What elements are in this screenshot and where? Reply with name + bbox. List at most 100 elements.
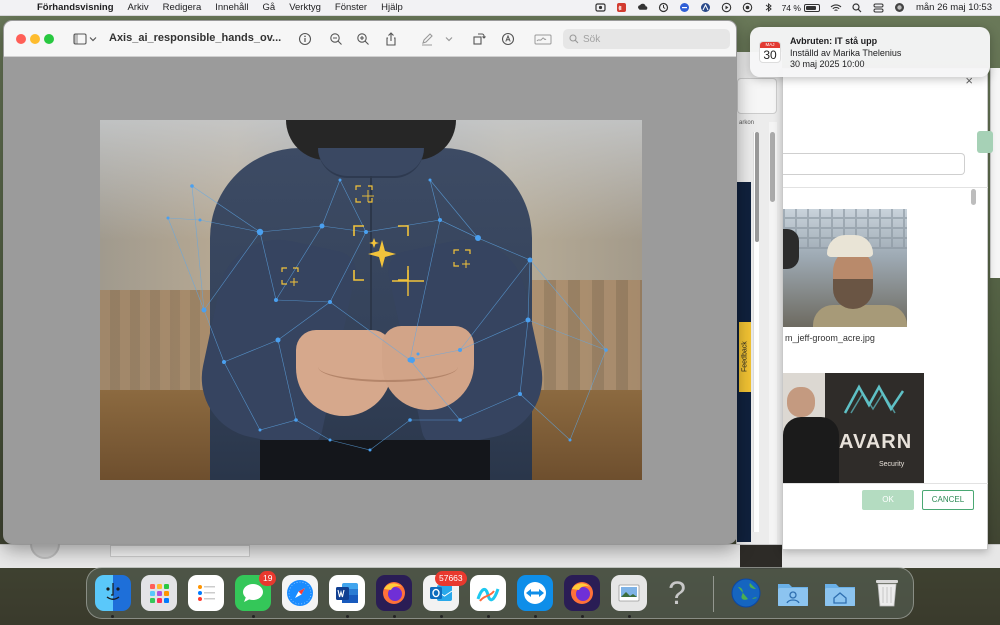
dock-firefox-2[interactable] [564, 575, 600, 611]
preview-toolbar: Axis_ai_responsible_hands_ov... [4, 21, 736, 57]
ai-network-overlay [166, 178, 608, 452]
nord-icon[interactable] [695, 0, 716, 16]
cancel-button[interactable]: CANCEL [922, 490, 974, 510]
search-icon[interactable] [847, 0, 868, 16]
sync-icon[interactable] [653, 0, 674, 16]
background-scrollbar[interactable] [753, 132, 759, 532]
markup-chevron-down-icon[interactable] [444, 31, 454, 47]
menu-redigera[interactable]: Redigera [156, 2, 209, 13]
fullscreen-window-button[interactable] [44, 34, 54, 44]
background-scroll-thumb-2[interactable] [770, 132, 775, 202]
dropbox-icon[interactable] [611, 0, 632, 16]
battery-percentage: 74 % [781, 2, 801, 13]
creative-cloud-icon[interactable] [632, 0, 653, 16]
dock-reminders[interactable] [188, 575, 224, 611]
word-icon [329, 575, 365, 611]
record-icon[interactable] [737, 0, 758, 16]
teamviewer-icon [517, 575, 553, 611]
background-scroll-thumb[interactable] [755, 132, 759, 242]
dock-freeform[interactable] [470, 575, 506, 611]
dock-safari[interactable] [282, 575, 318, 611]
dock-firefox[interactable] [376, 575, 412, 611]
background-browser-window[interactable]: arkon Feedback [736, 52, 782, 552]
image-picker-dialog: × m_jeff-groom_acre.jpg AVARN Security O… [782, 68, 993, 550]
launchpad-grid-icon [141, 575, 177, 611]
dock: 19 57663 ? [86, 567, 914, 619]
dialog-side-button[interactable] [977, 131, 993, 153]
annotate-icon[interactable] [500, 31, 516, 47]
dock-running-indicator [393, 615, 396, 618]
dock-teamviewer[interactable] [517, 575, 553, 611]
avarn-logo-text: AVARN [839, 431, 913, 453]
screenshot-icon[interactable] [590, 0, 611, 16]
menu-arkiv[interactable]: Arkiv [121, 2, 156, 13]
bluetooth-icon[interactable] [758, 0, 779, 16]
menubar-clock[interactable]: mån 26 maj 10:53 [910, 2, 992, 13]
document-image[interactable] [100, 120, 642, 480]
dock-messages[interactable]: 19 [235, 571, 277, 611]
image-thumbnail-jeff-groom[interactable] [783, 209, 907, 327]
dialog-scrollbar[interactable] [971, 189, 977, 489]
document-title[interactable]: Axis_ai_responsible_hands_ov... [109, 32, 281, 44]
feedback-tab[interactable]: Feedback [739, 322, 751, 392]
menu-verktyg[interactable]: Verktyg [282, 2, 328, 13]
rotate-icon[interactable] [471, 31, 487, 47]
dock-home-folder[interactable] [822, 575, 858, 611]
markup-pen-icon[interactable] [419, 31, 435, 47]
close-window-button[interactable] [16, 34, 26, 44]
sign-icon[interactable] [533, 31, 553, 47]
menu-bar: Förhandsvisning Arkiv Redigera Innehåll … [0, 0, 1000, 16]
thumb-dark-shape [783, 229, 799, 269]
dock-outlook[interactable]: 57663 [423, 571, 467, 611]
dock-unknown-app[interactable]: ? [659, 575, 695, 611]
dock-finder[interactable] [95, 575, 131, 611]
sidebar-icon[interactable] [72, 31, 88, 47]
info-icon[interactable] [297, 31, 313, 47]
control-center-icon[interactable] [868, 0, 889, 16]
dock-launchpad[interactable] [141, 575, 177, 611]
notification-title: Avbruten: IT stå upp [790, 36, 878, 46]
siri-icon[interactable] [889, 0, 910, 16]
menu-fonster[interactable]: Fönster [328, 2, 374, 13]
menu-hjalp[interactable]: Hjälp [374, 2, 410, 13]
ok-button[interactable]: OK [862, 490, 914, 510]
dock-word[interactable] [329, 575, 365, 611]
dock-trash[interactable] [869, 575, 905, 611]
search-magnifier-icon [569, 34, 579, 44]
menu-app-name[interactable]: Förhandsvisning [30, 2, 121, 13]
background-dark-strip [740, 545, 782, 569]
firefox-icon [564, 575, 600, 611]
search-input[interactable] [583, 33, 723, 45]
zoom-out-icon[interactable] [328, 31, 344, 47]
preview-window: Axis_ai_responsible_hands_ov... [3, 20, 737, 544]
freeform-icon [470, 575, 506, 611]
menu-innehall[interactable]: Innehåll [208, 2, 255, 13]
minimize-window-button[interactable] [30, 34, 40, 44]
notification-body: Inställd av Marika Thelenius [790, 48, 902, 58]
home-folder-icon [822, 575, 858, 611]
preview-canvas [4, 57, 736, 543]
dock-user-folder[interactable] [775, 575, 811, 611]
minus-circle-icon[interactable] [674, 0, 695, 16]
dialog-scroll-thumb[interactable] [971, 189, 976, 205]
background-scrollbar-2[interactable] [769, 122, 777, 552]
image-thumbnail-avarn[interactable]: AVARN Security [783, 373, 924, 483]
calendar-notification[interactable]: MAJ 30 Avbruten: IT stå upp Inställd av … [750, 27, 990, 77]
dock-running-indicator [628, 615, 631, 618]
battery-icon[interactable] [803, 3, 820, 12]
dock-running-indicator [111, 615, 114, 618]
question-mark-icon: ? [668, 574, 686, 611]
chevron-down-icon[interactable] [88, 31, 98, 47]
share-icon[interactable] [383, 31, 399, 47]
user-folder-icon [775, 575, 811, 611]
dialog-search-input[interactable] [783, 153, 965, 175]
menu-ga[interactable]: Gå [256, 2, 283, 13]
dock-preview[interactable] [611, 575, 647, 611]
background-panel [110, 545, 250, 557]
dock-globe[interactable] [728, 575, 764, 611]
background-window-edge [990, 68, 1000, 278]
toolbar-search[interactable] [563, 29, 730, 49]
zoom-in-icon[interactable] [355, 31, 371, 47]
play-icon[interactable] [716, 0, 737, 16]
wifi-icon[interactable] [826, 0, 847, 16]
